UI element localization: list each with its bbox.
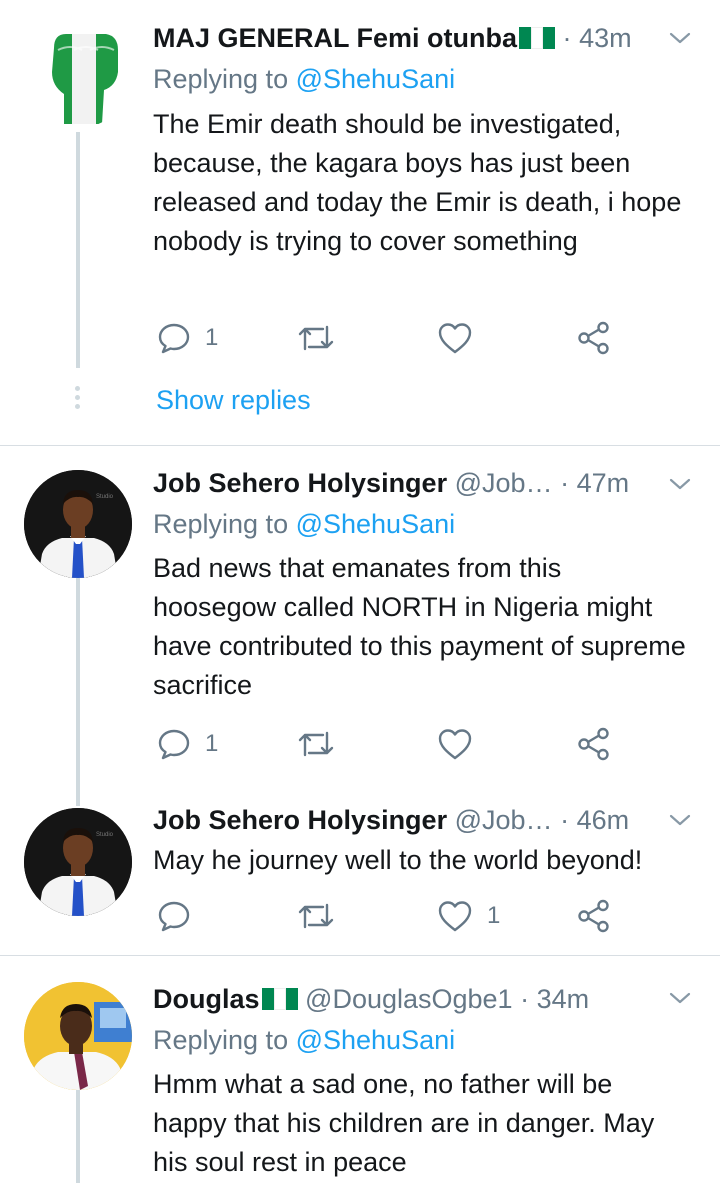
author-name[interactable]: Douglas	[153, 984, 260, 1014]
retweet-button[interactable]	[297, 722, 335, 766]
more-replies-dots	[74, 386, 82, 413]
avatar[interactable]: Studio	[24, 808, 132, 916]
retweet-icon	[298, 903, 334, 929]
avatar[interactable]	[24, 982, 132, 1090]
svg-text:Studio: Studio	[96, 832, 114, 838]
retweet-button[interactable]	[297, 316, 335, 360]
person-avatar-image	[24, 982, 132, 1090]
mention-link[interactable]: @ShehuSani	[296, 64, 456, 94]
replying-to: Replying to @ShehuSani	[153, 504, 455, 544]
timestamp[interactable]: 43m	[579, 23, 632, 53]
svg-text:Studio: Studio	[96, 494, 114, 500]
heart-icon	[438, 729, 472, 760]
like-button[interactable]	[437, 722, 473, 766]
reply-count: 1	[205, 730, 219, 757]
timestamp[interactable]: 46m	[577, 805, 630, 835]
thread-line	[76, 578, 80, 806]
share-button[interactable]	[577, 722, 611, 766]
replying-prefix: Replying to	[153, 64, 296, 94]
author-handle[interactable]: @Job…	[455, 468, 553, 498]
chevron-down-icon[interactable]	[668, 26, 692, 50]
separator: ·	[520, 984, 530, 1014]
replying-to: Replying to @ShehuSani	[153, 59, 455, 99]
author-name[interactable]: Job Sehero Holysinger	[153, 805, 447, 835]
chevron-down-icon[interactable]	[668, 472, 692, 496]
timestamp[interactable]: 34m	[537, 984, 590, 1014]
retweet-icon	[298, 325, 334, 351]
reply-icon	[158, 901, 190, 932]
avatar[interactable]	[24, 20, 132, 128]
share-button[interactable]	[577, 894, 611, 938]
thread-line	[76, 132, 80, 368]
tweet-header: Job Sehero Holysinger @Job… · 46m	[153, 800, 696, 840]
tweet-header: MAJ GENERAL Femi otunba · 43m	[153, 18, 696, 58]
share-button[interactable]	[577, 316, 611, 360]
share-icon	[578, 899, 609, 933]
thread-line	[76, 1090, 80, 1183]
replying-prefix: Replying to	[153, 1025, 296, 1055]
tweet-header: Douglas @DouglasOgbe1 · 34m	[153, 979, 696, 1019]
avatar[interactable]: Studio	[24, 470, 132, 578]
like-count: 1	[487, 902, 501, 929]
reply-icon	[158, 323, 190, 354]
author-handle[interactable]: @DouglasOgbe1	[305, 984, 513, 1014]
person-avatar-image: Studio	[24, 470, 132, 578]
action-bar: 1	[153, 722, 633, 766]
tweet-text: Hmm what a sad one, no father will be ha…	[153, 1069, 655, 1177]
share-icon	[578, 727, 609, 761]
like-button[interactable]	[437, 316, 473, 360]
author-handle[interactable]: @Job…	[455, 805, 553, 835]
reply-button[interactable]: 1	[157, 722, 218, 766]
separator: ·	[562, 23, 572, 53]
separator: ·	[560, 805, 570, 835]
tweet-4[interactable]: Douglas @DouglasOgbe1 · 34m Replying to …	[0, 956, 720, 1183]
share-icon	[578, 321, 609, 355]
retweet-icon	[298, 731, 334, 757]
chevron-down-icon[interactable]	[668, 986, 692, 1010]
replying-prefix: Replying to	[153, 509, 296, 539]
fist-flag-avatar-image	[52, 34, 118, 124]
heart-icon	[438, 901, 472, 932]
tweet-text: Bad news that emanates from this hoosego…	[153, 553, 686, 700]
author-name[interactable]: MAJ GENERAL Femi otunba	[153, 23, 517, 53]
reply-button[interactable]: 1	[157, 316, 218, 360]
tweet-2[interactable]: Studio Job Sehero Holysinger @Job… · 47m…	[0, 446, 720, 806]
tweet-header: Job Sehero Holysinger @Job… · 47m	[153, 463, 696, 503]
show-replies-link[interactable]: Show replies	[156, 380, 311, 420]
retweet-button[interactable]	[297, 894, 335, 938]
nigeria-flag-icon	[261, 981, 298, 1010]
reply-count: 1	[205, 324, 219, 351]
chevron-down-icon[interactable]	[668, 808, 692, 832]
action-bar: 1	[153, 316, 633, 360]
tweet-1[interactable]: MAJ GENERAL Femi otunba · 43m Replying t…	[0, 0, 720, 446]
separator: ·	[560, 468, 570, 498]
person-avatar-image: Studio	[24, 808, 132, 916]
tweet-text: The Emir death should be investigated, b…	[153, 109, 682, 256]
mention-link[interactable]: @ShehuSani	[296, 1025, 456, 1055]
nigeria-flag-icon	[519, 20, 556, 49]
reply-icon	[158, 729, 190, 760]
tweet-text: May he journey well to the world beyond!	[153, 845, 643, 875]
mention-link[interactable]: @ShehuSani	[296, 509, 456, 539]
replying-to: Replying to @ShehuSani	[153, 1020, 455, 1060]
reply-button[interactable]	[157, 894, 191, 938]
timestamp[interactable]: 47m	[577, 468, 630, 498]
author-name[interactable]: Job Sehero Holysinger	[153, 468, 447, 498]
tweet-3[interactable]: Studio Job Sehero Holysinger @Job… · 46m…	[0, 786, 720, 956]
heart-icon	[438, 323, 472, 354]
action-bar: 1	[153, 894, 633, 938]
like-button[interactable]: 1	[437, 894, 500, 938]
